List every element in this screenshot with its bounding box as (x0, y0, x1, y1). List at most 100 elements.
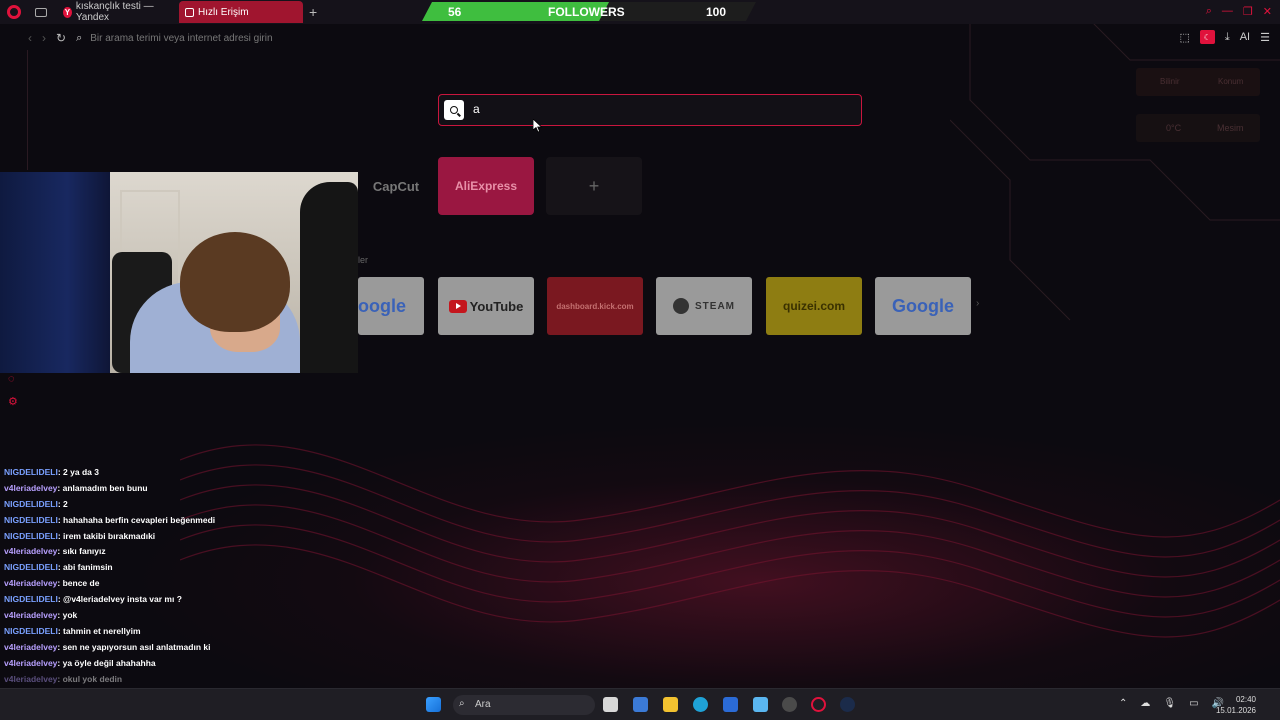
restore-icon[interactable]: ❐ (1243, 5, 1253, 18)
tile-label: dashboard.kick.com (556, 301, 634, 311)
vpn-flag-icon[interactable]: ☾ (1199, 30, 1215, 44)
chat-username: NIGDELIDELI (4, 530, 58, 541)
chat-message: NIGDELIDELI: tahmin et nerellyim (4, 626, 364, 642)
chat-username: v4leriadelvey (4, 641, 58, 652)
weather-condition: Mesim (1217, 123, 1244, 133)
speed-dial-search (438, 94, 862, 126)
chat-username: v4leriadelvey (4, 673, 58, 684)
messenger-icon[interactable]: ◌ (8, 373, 15, 385)
network-icon[interactable]: ▭ (1189, 698, 1198, 709)
close-icon[interactable]: ✕ (1263, 5, 1272, 18)
speed-dial-google[interactable]: Google (875, 277, 971, 335)
section-label: ler (358, 255, 369, 265)
search-input[interactable] (473, 102, 843, 116)
back-icon[interactable]: ‹ (28, 31, 32, 45)
ai-button[interactable]: AI (1240, 31, 1250, 43)
chat-username: NIGDELIDELI (4, 467, 58, 477)
chat-username: v4leriadelvey (4, 482, 58, 493)
speed-dial-kick[interactable]: dashboard.kick.com (547, 277, 643, 335)
speed-dial-steam[interactable]: STEAM (656, 277, 752, 335)
windows-taskbar: ⌕ Ara ⌃ ☁ 🎙 ▭ 🔊 02:40 15.01.2026 (0, 688, 1280, 720)
address-bar: ‹ › ↻ ⌕ Bir arama terimi veya internet a… (28, 26, 1280, 50)
chat-text: : ya öyle değil ahahahha (57, 657, 156, 668)
taskbar-clock[interactable]: 02:40 15.01.2026 (1216, 694, 1256, 716)
speed-dial-aliexpress[interactable]: AliExpress (438, 157, 534, 215)
tab-label: kıskançlık testi — Yandex (75, 1, 154, 23)
address-input[interactable]: Bir arama terimi veya internet adresi gi… (90, 33, 272, 44)
youtube-play-icon (448, 299, 467, 313)
followers-current: 56 (448, 5, 462, 19)
chat-message: v4leriadelvey: anlamadım ben bunu (4, 483, 364, 499)
tab-speed-dial[interactable]: Hızlı Erişim (179, 1, 303, 23)
chat-message: v4leriadelvey: sen ne yapıyorsun asıl an… (4, 642, 364, 658)
chat-message: NIGDELIDELI: hahahaha berfin cevapleri b… (4, 515, 364, 531)
tile-label: YouTube (469, 298, 524, 314)
tab-yandex[interactable]: Y kıskançlık testi — Yandex (57, 1, 173, 23)
store-icon[interactable] (723, 697, 738, 712)
download-icon[interactable]: ⤓ (1225, 31, 1230, 44)
menu-icon[interactable]: ☰ (1260, 31, 1270, 44)
windows-start-icon[interactable] (426, 697, 441, 712)
chat-text: : yok (57, 610, 78, 621)
chat-message: v4leriadelvey: ya öyle değil ahahahha (4, 658, 364, 674)
speed-dial-capcut[interactable]: CapCut (358, 157, 434, 215)
chat-message: v4leriadelvey: sıkı fanıyız (4, 546, 364, 562)
chat-username: NIGDELIDELI (4, 625, 58, 636)
tray-expand-icon[interactable]: ⌃ (1119, 698, 1127, 709)
tile-label: Google (892, 295, 954, 316)
chat-text: : irem takibi bırakmadıki (57, 530, 156, 541)
forward-icon[interactable]: › (42, 31, 46, 45)
chat-text: : tahmin et nerellyim (57, 625, 141, 636)
edge-icon[interactable] (693, 697, 708, 712)
chat-username: v4leriadelvey (4, 657, 58, 668)
opera-menu-icon[interactable] (7, 5, 21, 19)
ai-label: AI (1239, 31, 1251, 43)
webcam-overlay (0, 172, 358, 373)
tab-overview-icon[interactable] (35, 7, 47, 17)
chat-text: : 2 ya da 3 (57, 467, 99, 477)
chat-text: : 2 (57, 498, 68, 509)
tile-label: quizei.com (782, 299, 845, 313)
speed-dial-favicon-icon (185, 7, 194, 17)
widgets-app-icon[interactable] (633, 697, 648, 712)
search-button[interactable] (444, 100, 464, 120)
speed-dial-youtube[interactable]: YouTube (438, 277, 534, 335)
reload-icon[interactable]: ↻ (56, 31, 66, 45)
task-view-icon[interactable] (603, 697, 618, 712)
minimize-icon[interactable]: — (1222, 5, 1233, 18)
window-controls: ⌕ — ❐ ✕ (1206, 5, 1272, 18)
chat-username: NIGDELIDELI (4, 514, 58, 525)
chat-message: NIGDELIDELI: abi fanimsin (4, 562, 364, 578)
chat-username: v4leriadelvey (4, 578, 58, 589)
chat-text: : @v4leriadelvey insta var mı ? (57, 594, 182, 605)
webcam-coat (300, 182, 358, 373)
chat-message: NIGDELIDELI: 2 ya da 3 (4, 467, 364, 483)
new-tab-icon[interactable]: + (309, 4, 317, 20)
tile-label: oogle (358, 295, 406, 316)
microphone-icon[interactable]: 🎙 (1163, 698, 1176, 709)
weather-location-row: Bilinir Konum (1136, 68, 1260, 96)
pin-app-icon[interactable] (753, 697, 768, 712)
tray-app-icon[interactable]: ☁ (1140, 698, 1150, 709)
search-tabs-icon[interactable]: ⌕ (1206, 5, 1212, 18)
speed-dial-google-partial[interactable]: oogle (358, 277, 424, 335)
chat-overlay: NIGDELIDELI: 2 ya da 3 v4leriadelvey: anl… (4, 467, 364, 689)
chat-username: NIGDELIDELI (4, 498, 58, 509)
followers-label: FOLLOWERS (548, 5, 625, 19)
steam-taskbar-icon[interactable] (840, 697, 855, 712)
webcam-person-hair (180, 232, 290, 332)
chevron-right-icon[interactable]: › (976, 298, 979, 309)
speed-dial-quizei[interactable]: quizei.com (766, 277, 862, 335)
add-speed-dial-button[interactable]: + (546, 157, 642, 215)
taskbar-search[interactable]: ⌕ Ara (453, 695, 595, 715)
taskbar-search-icon: ⌕ (459, 698, 465, 709)
obs-icon[interactable] (782, 697, 797, 712)
file-explorer-icon[interactable] (663, 697, 678, 712)
tile-label: STEAM (695, 300, 735, 312)
chat-message: v4leriadelvey: yok (4, 610, 364, 626)
opera-taskbar-icon[interactable] (811, 697, 826, 712)
yandex-favicon-icon: Y (63, 6, 72, 18)
snapshot-icon[interactable]: ⬚ (1179, 31, 1189, 44)
settings-icon[interactable]: ⚙ (8, 395, 18, 408)
clock-date: 15.01.2026 (1215, 706, 1256, 715)
